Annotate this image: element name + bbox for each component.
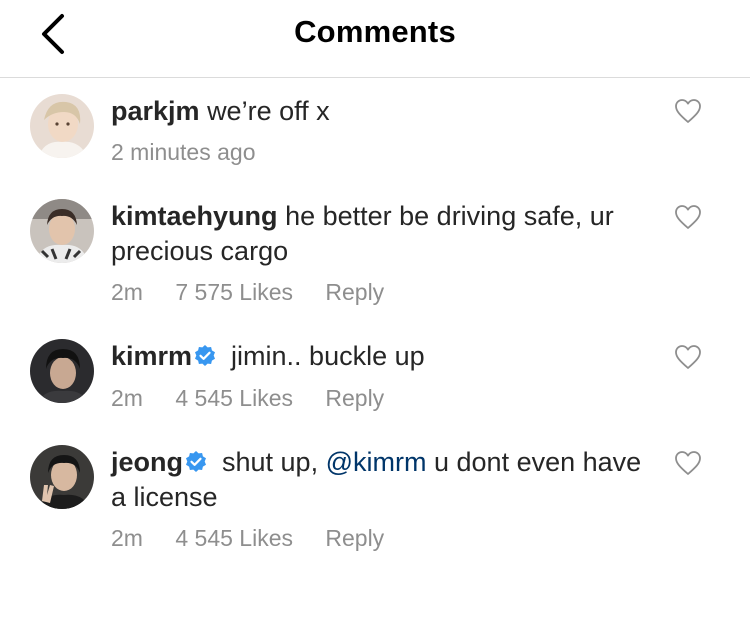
comment-body: kimrm jimin.. buckle up xyxy=(111,339,651,374)
comment-text: we’re off x xyxy=(207,96,330,126)
comment-timestamp: 2m xyxy=(111,525,143,551)
comment-username[interactable]: kimrm xyxy=(111,341,192,371)
comment-timestamp: 2m xyxy=(111,385,143,411)
avatar[interactable] xyxy=(30,94,94,158)
likes-count[interactable]: 7 575 Likes xyxy=(175,279,293,306)
comment-username[interactable]: parkjm xyxy=(111,96,200,126)
comment-timestamp: 2 minutes ago xyxy=(111,139,256,165)
avatar[interactable] xyxy=(30,199,94,263)
verified-badge-icon xyxy=(195,345,216,366)
reply-button[interactable]: Reply xyxy=(325,385,384,412)
heart-icon[interactable] xyxy=(674,204,702,230)
avatar[interactable] xyxy=(30,339,94,403)
page-title: Comments xyxy=(294,14,456,49)
comment-body: parkjm we’re off x xyxy=(111,94,651,129)
comment-meta: 2m 7 575 Likes Reply xyxy=(111,279,384,306)
likes-count[interactable]: 4 545 Likes xyxy=(175,525,293,552)
comment-meta: 2m 4 545 Likes Reply xyxy=(111,385,384,412)
header-bar: Comments xyxy=(0,0,750,78)
comment-text: shut up, xyxy=(222,447,319,477)
comment-meta: 2 minutes ago xyxy=(111,139,255,166)
verified-badge-icon xyxy=(186,451,206,472)
comment-body: kimtaehyung he better be driving safe, u… xyxy=(111,199,651,269)
heart-icon[interactable] xyxy=(674,450,702,476)
comment-username[interactable]: kimtaehyung xyxy=(111,201,278,231)
reply-button[interactable]: Reply xyxy=(325,525,384,552)
comment-body: jeong shut up, @kimrm u dont even have a … xyxy=(111,445,651,515)
mention-link[interactable]: @kimrm xyxy=(326,447,427,477)
comment-timestamp: 2m xyxy=(111,279,143,305)
avatar[interactable] xyxy=(30,445,94,509)
heart-icon[interactable] xyxy=(674,344,702,370)
likes-count[interactable]: 4 545 Likes xyxy=(175,385,293,412)
comment-username[interactable]: jeong xyxy=(111,447,183,477)
heart-icon[interactable] xyxy=(674,98,702,124)
reply-button[interactable]: Reply xyxy=(325,279,384,306)
comment-text: jimin.. buckle up xyxy=(231,341,425,371)
comment-meta: 2m 4 545 Likes Reply xyxy=(111,525,384,552)
